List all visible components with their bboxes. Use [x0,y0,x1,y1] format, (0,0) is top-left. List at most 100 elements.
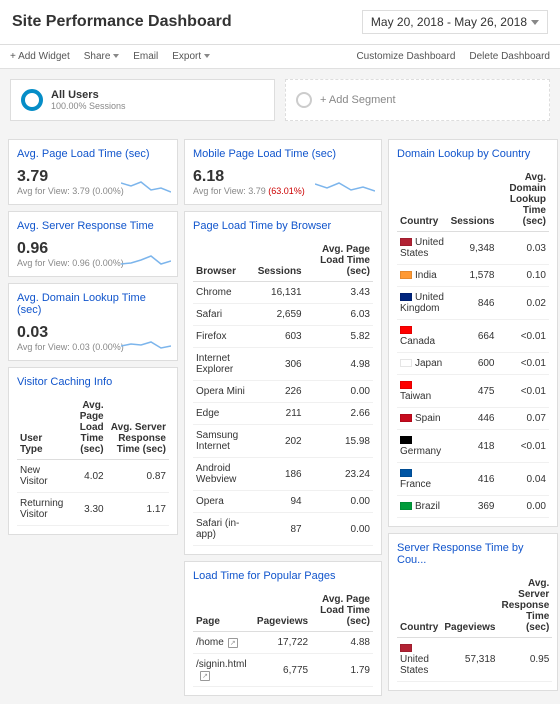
cell: 0.03 [498,232,550,265]
card-title-country-lookup[interactable]: Domain Lookup by Country [389,140,557,164]
table-row[interactable]: New Visitor4.020.87 [17,460,169,493]
cell: 0.00 [498,496,550,518]
th-country[interactable]: Country [397,574,441,638]
table-row[interactable]: Taiwan475<0.01 [397,375,549,408]
cell: United States [397,638,441,682]
cell: Internet Explorer [193,348,255,381]
table-row[interactable]: United States9,3480.03 [397,232,549,265]
table-row[interactable]: /home↗17,7224.88 [193,632,373,654]
table-row[interactable]: Opera940.00 [193,491,373,513]
table-row[interactable]: Edge2112.66 [193,403,373,425]
customize-dashboard-button[interactable]: Customize Dashboard [356,51,455,62]
table-row[interactable]: Spain4460.07 [397,408,549,430]
cell: 0.02 [498,287,550,320]
th-pageviews[interactable]: Pageviews [441,574,498,638]
table-row[interactable]: Chrome16,1313.43 [193,282,373,304]
cell: /signin.html↗ [193,654,254,687]
cell: 5.82 [305,326,373,348]
card-title-avg-load[interactable]: Avg. Page Load Time (sec) [9,140,177,164]
browser-table: Browser Sessions Avg. Page Load Time (se… [193,240,373,546]
flag-icon [400,238,412,246]
table-row[interactable]: Firefox6035.82 [193,326,373,348]
th-lookup-time[interactable]: Avg. Domain Lookup Time (sec) [498,168,550,232]
table-row[interactable]: Canada664<0.01 [397,320,549,353]
card-title-domain-lookup[interactable]: Avg. Domain Lookup Time (sec) [9,284,177,320]
cell: <0.01 [498,353,550,375]
flag-icon [400,502,412,510]
table-row[interactable]: Safari (in-app)870.00 [193,513,373,546]
table-row[interactable]: Safari2,6596.03 [193,304,373,326]
th-country[interactable]: Country [397,168,448,232]
plus-circle-icon [296,92,312,108]
table-row[interactable]: /signin.html↗6,7751.79 [193,654,373,687]
cell: Edge [193,403,255,425]
cell: 16,131 [255,282,305,304]
email-button[interactable]: Email [133,51,158,62]
delete-dashboard-button[interactable]: Delete Dashboard [469,51,550,62]
cell: 0.87 [107,460,169,493]
th-browser[interactable]: Browser [193,240,255,282]
card-title-popular[interactable]: Load Time for Popular Pages [185,562,381,586]
card-title-visitor-cache[interactable]: Visitor Caching Info [9,368,177,392]
cell: Safari [193,304,255,326]
table-row[interactable]: Returning Visitor3.301.17 [17,493,169,526]
table-row[interactable]: United States57,3180.95 [397,638,552,682]
th-pageviews[interactable]: Pageviews [254,590,311,632]
card-title-server-resp[interactable]: Avg. Server Response Time [9,212,177,236]
table-row[interactable]: Samsung Internet20215.98 [193,425,373,458]
segment-label: All Users [51,89,126,101]
th-avg-load[interactable]: Avg. Page Load Time (sec) [305,240,373,282]
th-page[interactable]: Page [193,590,254,632]
table-row[interactable]: Japan600<0.01 [397,353,549,375]
table-row[interactable]: Brazil3690.00 [397,496,549,518]
cell: Japan [397,353,448,375]
segment-all-users[interactable]: All Users 100.00% Sessions [10,79,275,121]
country-server-table: Country Pageviews Avg. Server Response T… [397,574,552,682]
card-title-mobile-load[interactable]: Mobile Page Load Time (sec) [185,140,381,164]
cell: 0.00 [305,381,373,403]
table-row[interactable]: Germany418<0.01 [397,430,549,463]
add-widget-button[interactable]: + Add Widget [10,51,70,62]
table-row[interactable]: United Kingdom8460.02 [397,287,549,320]
cell: /home↗ [193,632,254,654]
sparkline-icon [315,178,375,198]
cell: Germany [397,430,448,463]
cell: 600 [448,353,498,375]
th-user-type[interactable]: User Type [17,396,69,460]
table-row[interactable]: Opera Mini2260.00 [193,381,373,403]
th-sessions[interactable]: Sessions [255,240,305,282]
card-title-browser[interactable]: Page Load Time by Browser [185,212,381,236]
cell: 6,775 [254,654,311,687]
add-segment-button[interactable]: + Add Segment [285,79,550,121]
th-sessions[interactable]: Sessions [448,168,498,232]
sparkline-icon [121,250,171,270]
table-row[interactable]: Android Webview18623.24 [193,458,373,491]
cell: Opera Mini [193,381,255,403]
date-range-text: May 20, 2018 - May 26, 2018 [371,15,527,29]
flag-icon [400,436,412,444]
table-row[interactable]: India1,5780.10 [397,265,549,287]
table-row[interactable]: France4160.04 [397,463,549,496]
table-row[interactable]: Internet Explorer3064.98 [193,348,373,381]
cell: 0.00 [305,491,373,513]
th-server-resp[interactable]: Avg. Server Response Time (sec) [499,574,553,638]
card-title-country-server[interactable]: Server Response Time by Cou... [389,534,557,570]
cell: 23.24 [305,458,373,491]
external-link-icon[interactable]: ↗ [200,671,210,681]
segment-circle-icon [21,89,43,111]
share-button[interactable]: Share [84,51,119,62]
flag-icon [400,293,412,301]
cell: 1.17 [107,493,169,526]
cell: 3.30 [69,493,107,526]
cell: 418 [448,430,498,463]
date-range-picker[interactable]: May 20, 2018 - May 26, 2018 [362,10,548,34]
export-button[interactable]: Export [172,51,210,62]
chevron-down-icon [113,54,119,58]
th-avg-load[interactable]: Avg. Page Load Time (sec) [69,396,107,460]
th-server-resp[interactable]: Avg. Server Response Time (sec) [107,396,169,460]
cell: Samsung Internet [193,425,255,458]
cell: 664 [448,320,498,353]
cell: 87 [255,513,305,546]
th-avg-load[interactable]: Avg. Page Load Time (sec) [311,590,373,632]
cell: 2,659 [255,304,305,326]
